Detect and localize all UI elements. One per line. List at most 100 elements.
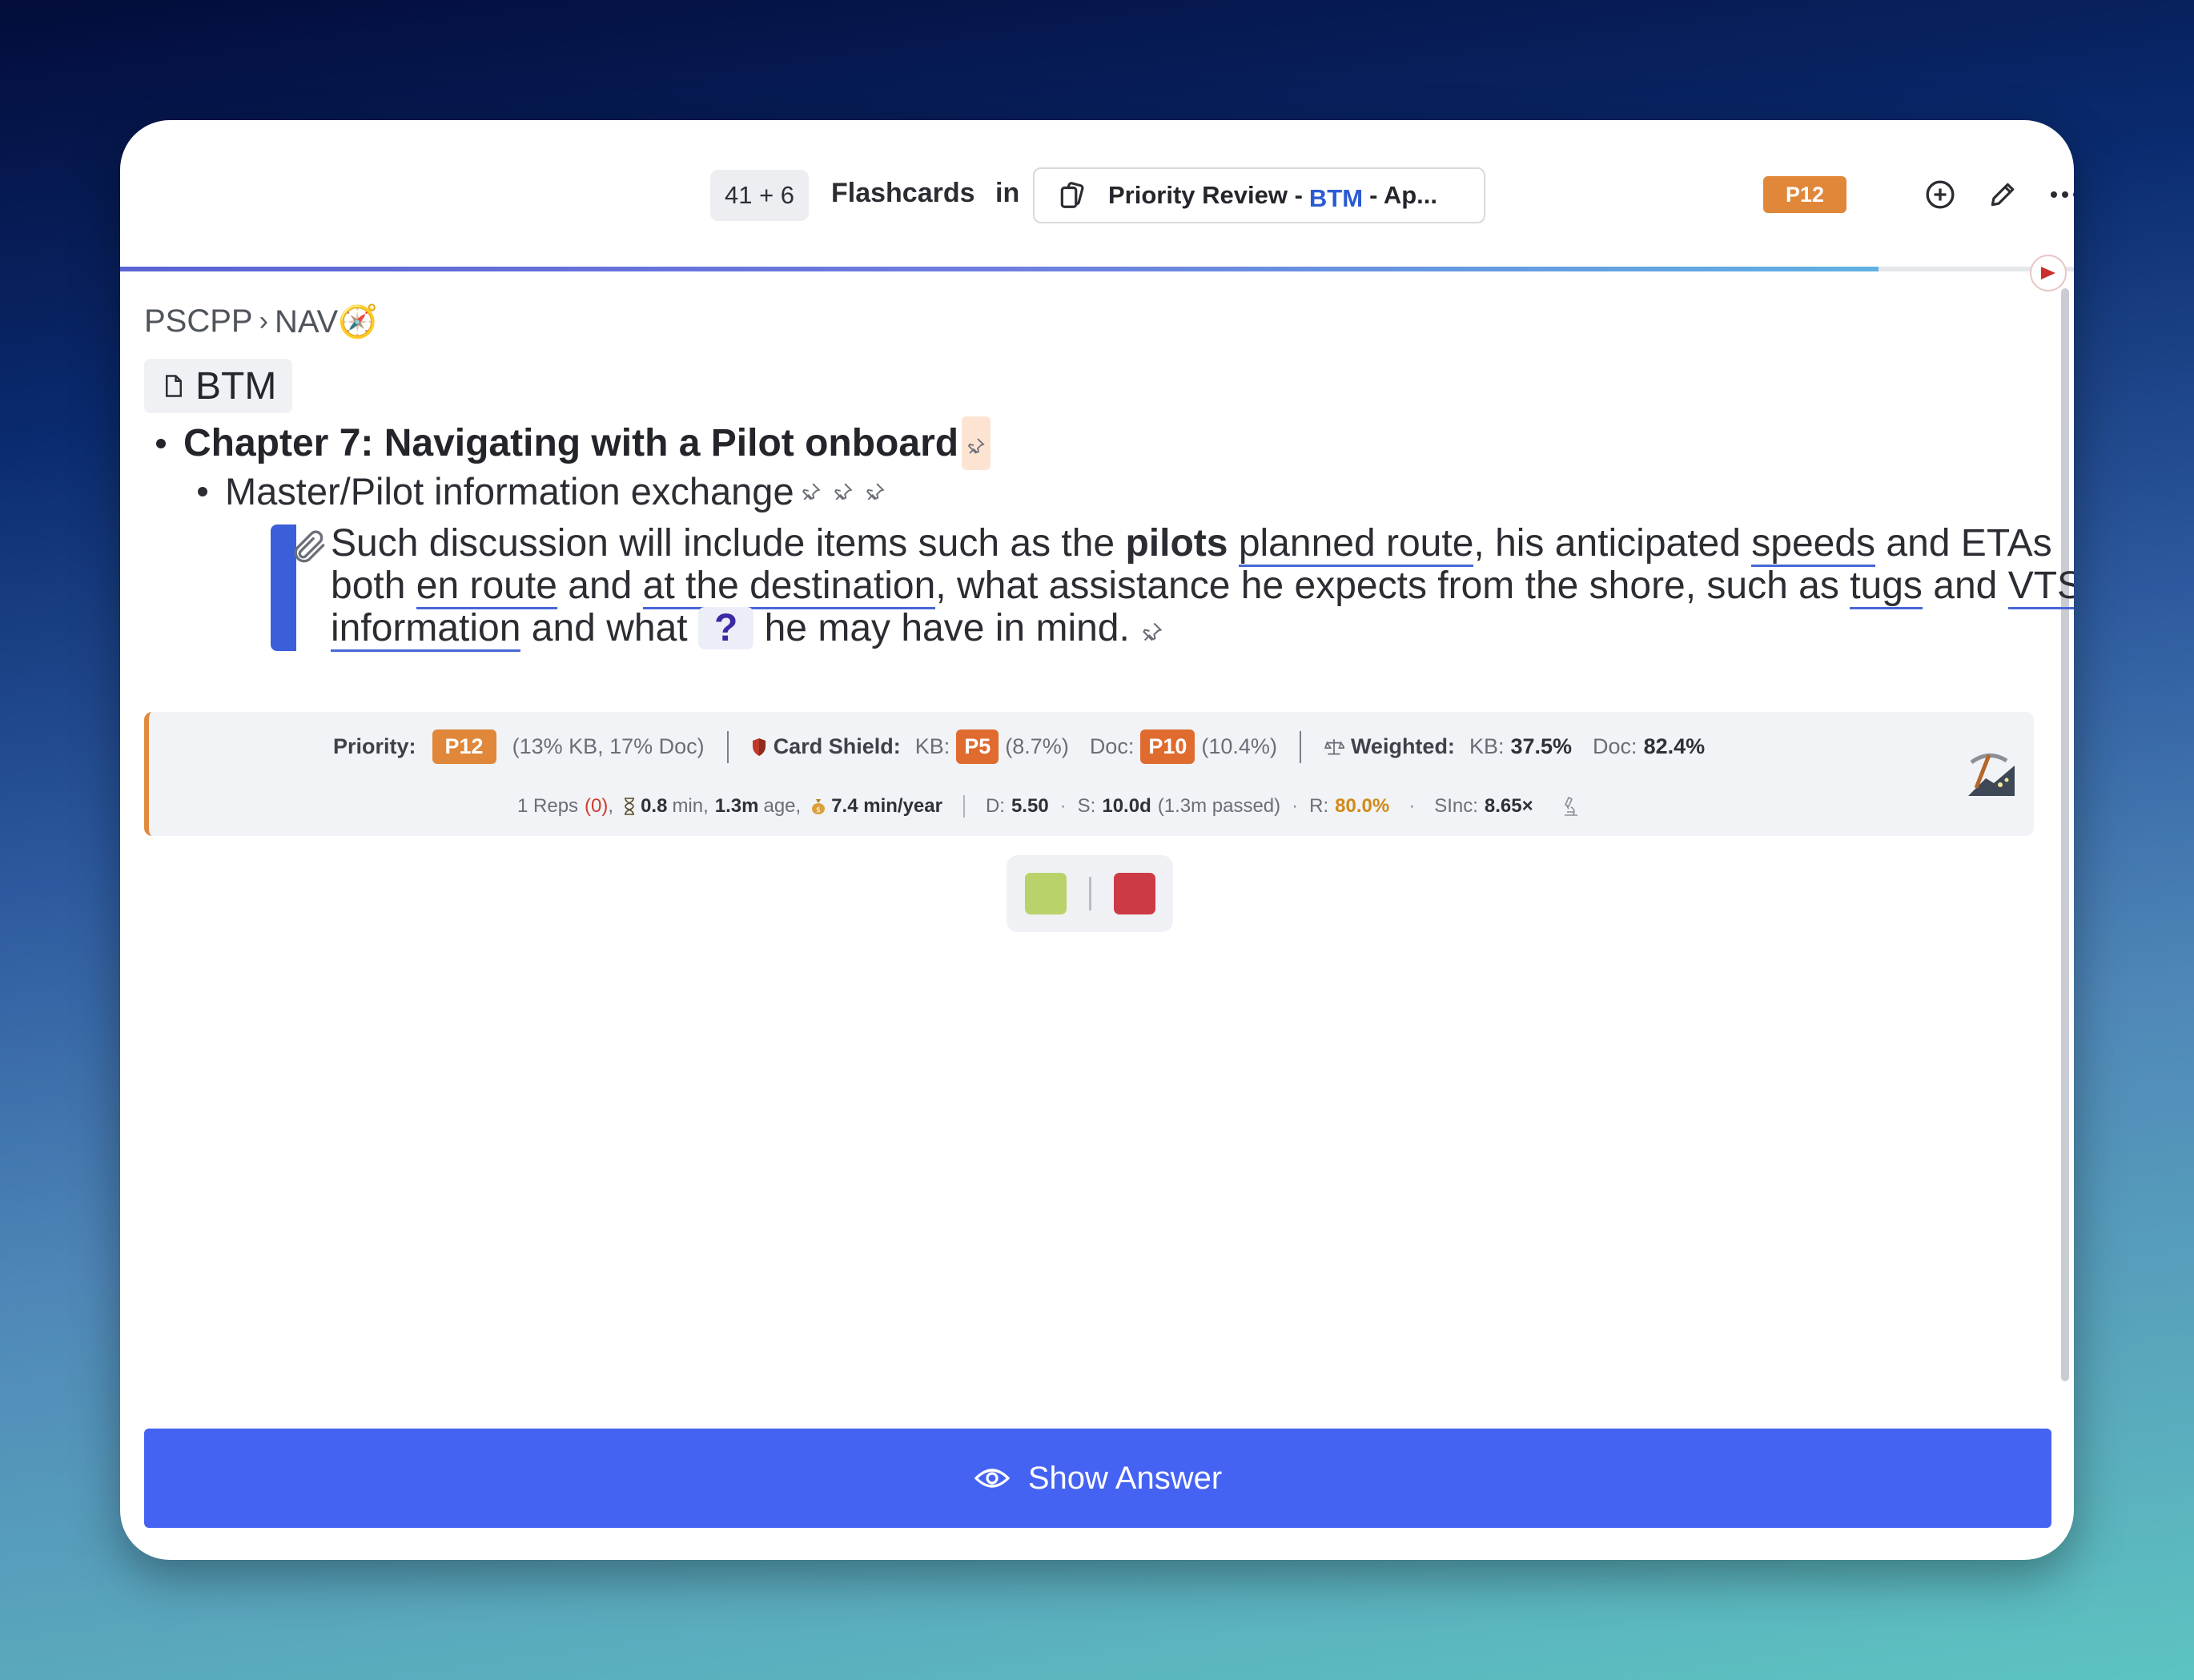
document-chip[interactable]: BTM [144, 359, 293, 413]
retrievability-value: 80.0% [1335, 795, 1390, 817]
question-text: and [557, 565, 643, 607]
sinc-label: SInc: [1434, 795, 1478, 817]
deck-prefix: Priority Review - [1108, 181, 1303, 209]
question-text: Such discussion will include items such … [331, 522, 1126, 565]
pin-icon[interactable] [962, 416, 991, 470]
more-icon[interactable] [2047, 176, 2074, 213]
eye-icon [974, 1465, 1011, 1491]
grade-again-button[interactable] [1113, 873, 1155, 914]
question-text: he may have in mind. [753, 607, 1130, 649]
rate-value: 7.4 min/year [831, 795, 942, 817]
breadcrumb-separator: › [259, 306, 268, 336]
shield-kb-percent: (8.7%) [1005, 734, 1069, 758]
outline-heading: Chapter 7: Navigating with a Pilot onboa… [156, 416, 991, 470]
weighted-kb-value: 37.5% [1510, 734, 1573, 758]
flashcards-label: Flashcards [831, 178, 975, 208]
reps-fail-count: (0) [585, 795, 609, 817]
pin-icon[interactable] [801, 481, 822, 502]
reps-separator: , [608, 795, 614, 817]
scale-icon [1324, 737, 1344, 758]
card-count: 41 + 6 [710, 170, 810, 221]
review-progress-bar [120, 267, 2074, 271]
card-stats-panel: Priority: P12 (13% KB, 17% Doc) Card Shi… [144, 712, 2034, 836]
money-bag-icon: $ [810, 798, 826, 815]
hourglass-icon [623, 798, 636, 815]
stability-value: 10.0d [1102, 795, 1151, 817]
pencil-icon[interactable] [1984, 176, 2021, 213]
question-text: and [1922, 565, 2008, 607]
pin-icon[interactable] [865, 481, 886, 502]
shield-kb-label: KB: [914, 734, 950, 758]
difficulty-value: 5.50 [1011, 795, 1049, 817]
time-unit: min, [672, 795, 709, 817]
linked-term[interactable]: planned route [1238, 522, 1474, 567]
flag-icon[interactable] [2030, 255, 2067, 291]
in-label: in [995, 178, 1020, 208]
document-icon [163, 374, 184, 398]
add-circle-icon[interactable] [1922, 176, 1959, 213]
question-text [1228, 522, 1238, 565]
header: 41 + 6 Flashcards in Priority Review - B… [120, 120, 2074, 268]
shield-doc-label: Doc: [1089, 734, 1135, 758]
outline-subheading-text: Master/Pilot information exchange [225, 470, 794, 512]
linked-term[interactable]: speeds [1751, 522, 1876, 567]
card-shield-label: Card Shield: [773, 734, 901, 758]
shield-doc-badge: P10 [1140, 729, 1195, 764]
breadcrumb-parent[interactable]: PSCPP [144, 303, 253, 340]
priority-value-badge[interactable]: P12 [432, 729, 496, 764]
weighted-doc-value: 82.4% [1643, 734, 1706, 758]
age-value: 1.3m [714, 795, 759, 817]
pin-icon[interactable] [833, 481, 854, 502]
question-text: , his anticipated [1473, 522, 1752, 565]
progress-fill [120, 267, 1879, 271]
svg-text:$: $ [816, 806, 821, 814]
grade-buttons [1007, 855, 1173, 932]
question-text: and what [520, 607, 698, 649]
priority-label: Priority: [333, 734, 416, 758]
stability-label: S: [1077, 795, 1096, 817]
grade-divider [1088, 877, 1091, 910]
show-answer-label: Show Answer [1027, 1460, 1223, 1496]
microscope-icon[interactable] [1562, 796, 1580, 817]
time-value: 0.8 [641, 795, 668, 817]
breadcrumb-current[interactable]: NAV🧭 [275, 303, 378, 340]
paperclip-icon [290, 527, 330, 567]
question-text: , what assistance he expects from the sh… [935, 565, 1850, 607]
retrievability-label: R: [1309, 795, 1329, 817]
flashcard-window: 41 + 6 Flashcards in Priority Review - B… [120, 120, 2074, 1560]
card-question-text: Such discussion will include items such … [331, 522, 2074, 652]
shield-icon [751, 738, 767, 757]
question-emphasis: pilots [1125, 522, 1228, 565]
age-unit: age, [763, 795, 802, 817]
linked-term[interactable]: at the destination [642, 565, 936, 609]
deck-selector[interactable]: Priority Review - BTM - Ap... [1033, 167, 1485, 223]
stability-passed: (1.3m passed) [1157, 795, 1281, 817]
cloze-blank[interactable]: ? [697, 607, 754, 649]
linked-term[interactable]: en route [416, 565, 557, 609]
stats-row-review: 1 Reps (0) , 0.8 min, 1.3m age, $ 7.4 mi… [517, 795, 1580, 818]
priority-percent: (13% KB, 17% Doc) [512, 734, 705, 758]
deck-suffix: - Ap... [1369, 181, 1438, 209]
shield-kb-badge: P5 [956, 729, 999, 764]
linked-term[interactable]: tugs [1850, 565, 1923, 609]
grade-good-button[interactable] [1024, 873, 1067, 914]
show-answer-button[interactable]: Show Answer [144, 1429, 2051, 1528]
sinc-value: 8.65× [1484, 795, 1533, 817]
weighted-doc-label: Doc: [1593, 734, 1637, 758]
stats-row-priority: Priority: P12 (13% KB, 17% Doc) Card Shi… [333, 729, 1705, 764]
outline-heading-text: Chapter 7: Navigating with a Pilot onboa… [183, 422, 959, 464]
weighted-kb-label: KB: [1469, 734, 1505, 758]
breadcrumb: PSCPP › NAV🧭 [144, 303, 378, 340]
difficulty-label: D: [985, 795, 1005, 817]
pickaxe-mining-icon[interactable] [1965, 748, 2018, 805]
weighted-label: Weighted: [1350, 734, 1455, 758]
reps-count: 1 Reps [517, 795, 579, 817]
pin-icon[interactable] [1141, 609, 1163, 652]
document-title: BTM [195, 364, 277, 408]
scrollbar[interactable] [2061, 288, 2069, 1381]
shield-doc-percent: (10.4%) [1201, 734, 1277, 758]
priority-badge[interactable]: P12 [1763, 176, 1846, 213]
outline-subheading: Master/Pilot information exchange [198, 469, 886, 513]
deck-tag: BTM [1308, 184, 1364, 212]
cards-icon [1057, 180, 1087, 211]
